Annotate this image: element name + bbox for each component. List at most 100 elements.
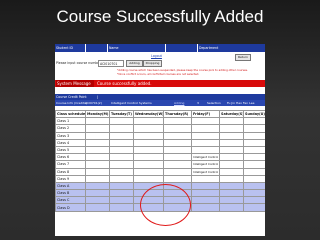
course-number-input[interactable]: ACI010701 (98, 60, 124, 67)
credit-cell: Intelligent Control Systems (111, 101, 152, 105)
schedule-cell (85, 196, 110, 205)
schedule-cell (163, 131, 192, 140)
class-period-label: Class D (55, 203, 86, 212)
course-credit-row: Course Info (Credits) ACI0701(2) Intelli… (55, 100, 265, 106)
schedule-cell (163, 160, 192, 169)
schedule-cell (191, 124, 220, 133)
schedule-cell (85, 131, 110, 140)
class-period-label: Class 9 (55, 174, 86, 183)
schedule-cell (109, 145, 134, 155)
schedule-cell (133, 124, 164, 133)
class-period-label: Class 5 (55, 145, 86, 155)
schedule-cell (243, 153, 265, 162)
student-id-label: Student ID (56, 46, 73, 50)
schedule-row: Class 7 Intelligent Control Systems (55, 160, 265, 169)
schedule-cell (109, 124, 134, 133)
schedule-cell (133, 117, 164, 126)
conflict-note: *Once conflict occurs, all conflicted co… (117, 72, 200, 76)
schedule-cell (163, 174, 192, 183)
schedule-column-header: Saturday(S) (219, 109, 244, 119)
class-period-label: Class 6 (55, 153, 86, 162)
schedule-cell (219, 153, 244, 162)
system-message-label: System Message (56, 80, 94, 87)
name-label: Name (109, 46, 119, 50)
schedule-cell (133, 138, 164, 147)
schedule-cell (243, 189, 265, 198)
adding-button[interactable]: Adding (126, 60, 143, 67)
schedule-cell (85, 138, 110, 147)
class-period-label: Class B (55, 189, 86, 198)
schedule-cell (191, 131, 220, 140)
schedule-row: Class 5 (55, 145, 265, 155)
slide-title: Course Successfully Added (56, 7, 264, 26)
schedule-cell (243, 117, 265, 126)
schedule-cell (219, 181, 244, 191)
credit-adding-link[interactable]: Adding (174, 100, 184, 106)
schedule-cell (243, 196, 265, 205)
class-period-label: Class 4 (55, 138, 86, 147)
schedule-cell (163, 167, 192, 176)
schedule-cell (133, 131, 164, 140)
schedule-cell (109, 131, 134, 140)
schedule-cell (243, 174, 265, 183)
class-period-label: Class C (55, 196, 86, 205)
schedule-cell (85, 174, 110, 183)
schedule-cell (191, 145, 220, 155)
schedule-cell (85, 167, 110, 176)
return-button[interactable]: Return (235, 54, 251, 61)
schedule-cell (85, 203, 110, 212)
schedule-cell: Intelligent Control Systems (191, 160, 220, 169)
schedule-cell (243, 145, 265, 155)
schedule-cell (85, 153, 110, 162)
schedule-cell (85, 145, 110, 155)
department-label: Department (199, 46, 219, 50)
schedule-cell (163, 145, 192, 155)
dropping-button[interactable]: Dropping (143, 60, 162, 67)
schedule-row: Class 9 (55, 174, 265, 183)
schedule-cell (163, 138, 192, 147)
class-period-label: Class 3 (55, 131, 86, 140)
schedule-cell (219, 203, 244, 212)
credit-cell: Fu Jin Hao Fen Lee (227, 101, 255, 105)
schedule-cell (133, 160, 164, 169)
class-period-label: Class 1 (55, 117, 86, 126)
schedule-cell (219, 160, 244, 169)
schedule-cell (191, 138, 220, 147)
schedule-column-header: Thursday(R) (163, 109, 192, 119)
schedule-cell (163, 117, 192, 126)
schedule-cell (109, 138, 134, 147)
schedule-cell (109, 203, 134, 212)
schedule-cell (109, 160, 134, 169)
schedule-cell (133, 167, 164, 176)
schedule-column-header: Sunday(U) (243, 109, 265, 119)
schedule-cell (191, 189, 220, 198)
course-number-prompt: Please input course number : (56, 61, 103, 65)
schedule-cell (191, 117, 220, 126)
credit-cell: 3 (197, 101, 199, 105)
schedule-cell (85, 160, 110, 169)
class-period-label: Class 2 (55, 124, 86, 133)
schedule-cell (85, 124, 110, 133)
schedule-cell (191, 203, 220, 212)
schedule-cell (243, 160, 265, 169)
schedule-column-header: Tuesday(T) (109, 109, 134, 119)
schedule-cell (191, 196, 220, 205)
schedule-column-header: Wednesday(W) (133, 109, 164, 119)
logout-link[interactable]: Logout (151, 54, 162, 58)
schedule-cell (109, 117, 134, 126)
schedule-cell (85, 181, 110, 191)
schedule-header-row: Class schedule Monday(M) Tuesday(T) Wednesd… (55, 109, 265, 119)
schedule-cell (219, 145, 244, 155)
schedule-cell (109, 153, 134, 162)
schedule-cell (243, 181, 265, 191)
schedule-cell (163, 124, 192, 133)
schedule-cell (191, 181, 220, 191)
schedule-cell (109, 181, 134, 191)
schedule-row: Class 8 Intelligent Control Systems (55, 167, 265, 176)
schedule-column-header: Friday(F) (191, 109, 220, 119)
system-message-text: Course successfully added. (97, 81, 152, 86)
schedule-column-header: Monday(M) (85, 109, 110, 119)
credit-cell: ACI0701(2) (85, 101, 102, 105)
schedule-cell (133, 174, 164, 183)
schedule-cell (133, 153, 164, 162)
